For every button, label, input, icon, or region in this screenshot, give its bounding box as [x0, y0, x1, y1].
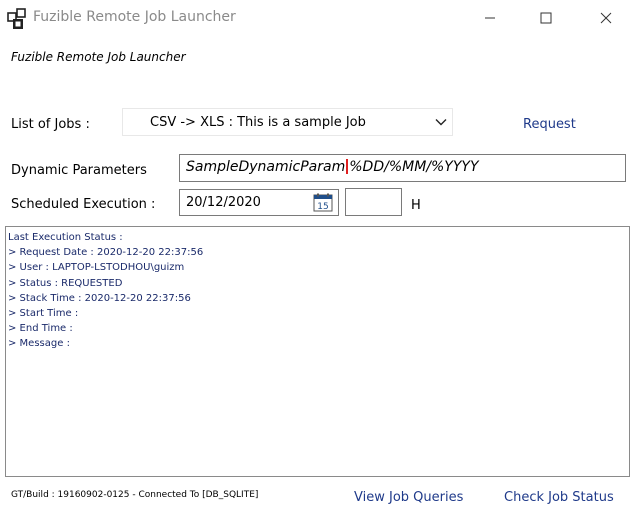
build-info: GT/Build : 19160902-0125 - Connected To … [11, 490, 259, 500]
hour-input[interactable] [345, 188, 402, 216]
app-icon [7, 8, 26, 29]
request-link[interactable]: Request [523, 117, 576, 132]
text-caret [346, 159, 349, 174]
status-lines: Last Execution Status : > Request Date :… [8, 230, 203, 352]
jobs-select[interactable]: CSV -> XLS : This is a sample Job [122, 108, 453, 136]
title-bar[interactable]: Fuzible Remote Job Launcher [0, 0, 633, 36]
dynamic-params-label: Dynamic Parameters [11, 163, 147, 178]
status-line: Last Execution Status : [8, 232, 123, 243]
status-line: > End Time : [8, 323, 73, 335]
status-line: > Request Date : 2020-12-20 22:37:56 [8, 247, 204, 259]
window-title: Fuzible Remote Job Launcher [33, 9, 236, 25]
jobs-label: List of Jobs : [11, 117, 90, 132]
view-job-queries-link[interactable]: View Job Queries [354, 490, 463, 505]
check-job-status-link[interactable]: Check Job Status [504, 490, 614, 505]
dynamic-params-input[interactable]: SampleDynamicParam %DD/%MM/%YYYY [179, 154, 626, 182]
status-line: > User : LAPTOP-LSTODHOU\guizm [8, 262, 185, 274]
status-line: > Stack Time : 2020-12-20 22:37:56 [8, 292, 191, 304]
maximize-icon [540, 12, 552, 24]
close-button[interactable] [583, 0, 629, 36]
chevron-down-icon [435, 119, 447, 126]
close-icon [600, 12, 612, 24]
dynamic-params-value-part2: %DD/%MM/%YYYY [349, 159, 479, 175]
status-line: > Message : [8, 338, 70, 350]
minimize-icon [485, 17, 495, 19]
status-line: > Status : REQUESTED [8, 277, 123, 289]
app-subtitle: Fuzible Remote Job Launcher [11, 50, 186, 64]
execution-status-box[interactable]: Last Execution Status : > Request Date :… [5, 226, 630, 477]
maximize-button[interactable] [523, 0, 569, 36]
hour-unit-label: H [411, 198, 421, 213]
scheduled-execution-label: Scheduled Execution : [11, 197, 156, 212]
scheduled-date-value: 20/12/2020 [186, 195, 261, 210]
calendar-icon[interactable]: 15 [313, 193, 333, 212]
calendar-day-text: 15 [317, 202, 328, 212]
dynamic-params-value-part1: SampleDynamicParam [186, 159, 346, 175]
status-line: > Start Time : [8, 308, 79, 320]
scheduled-date-picker[interactable]: 20/12/2020 15 [179, 189, 339, 216]
minimize-button[interactable] [467, 0, 513, 36]
jobs-select-value: CSV -> XLS : This is a sample Job [150, 115, 366, 130]
